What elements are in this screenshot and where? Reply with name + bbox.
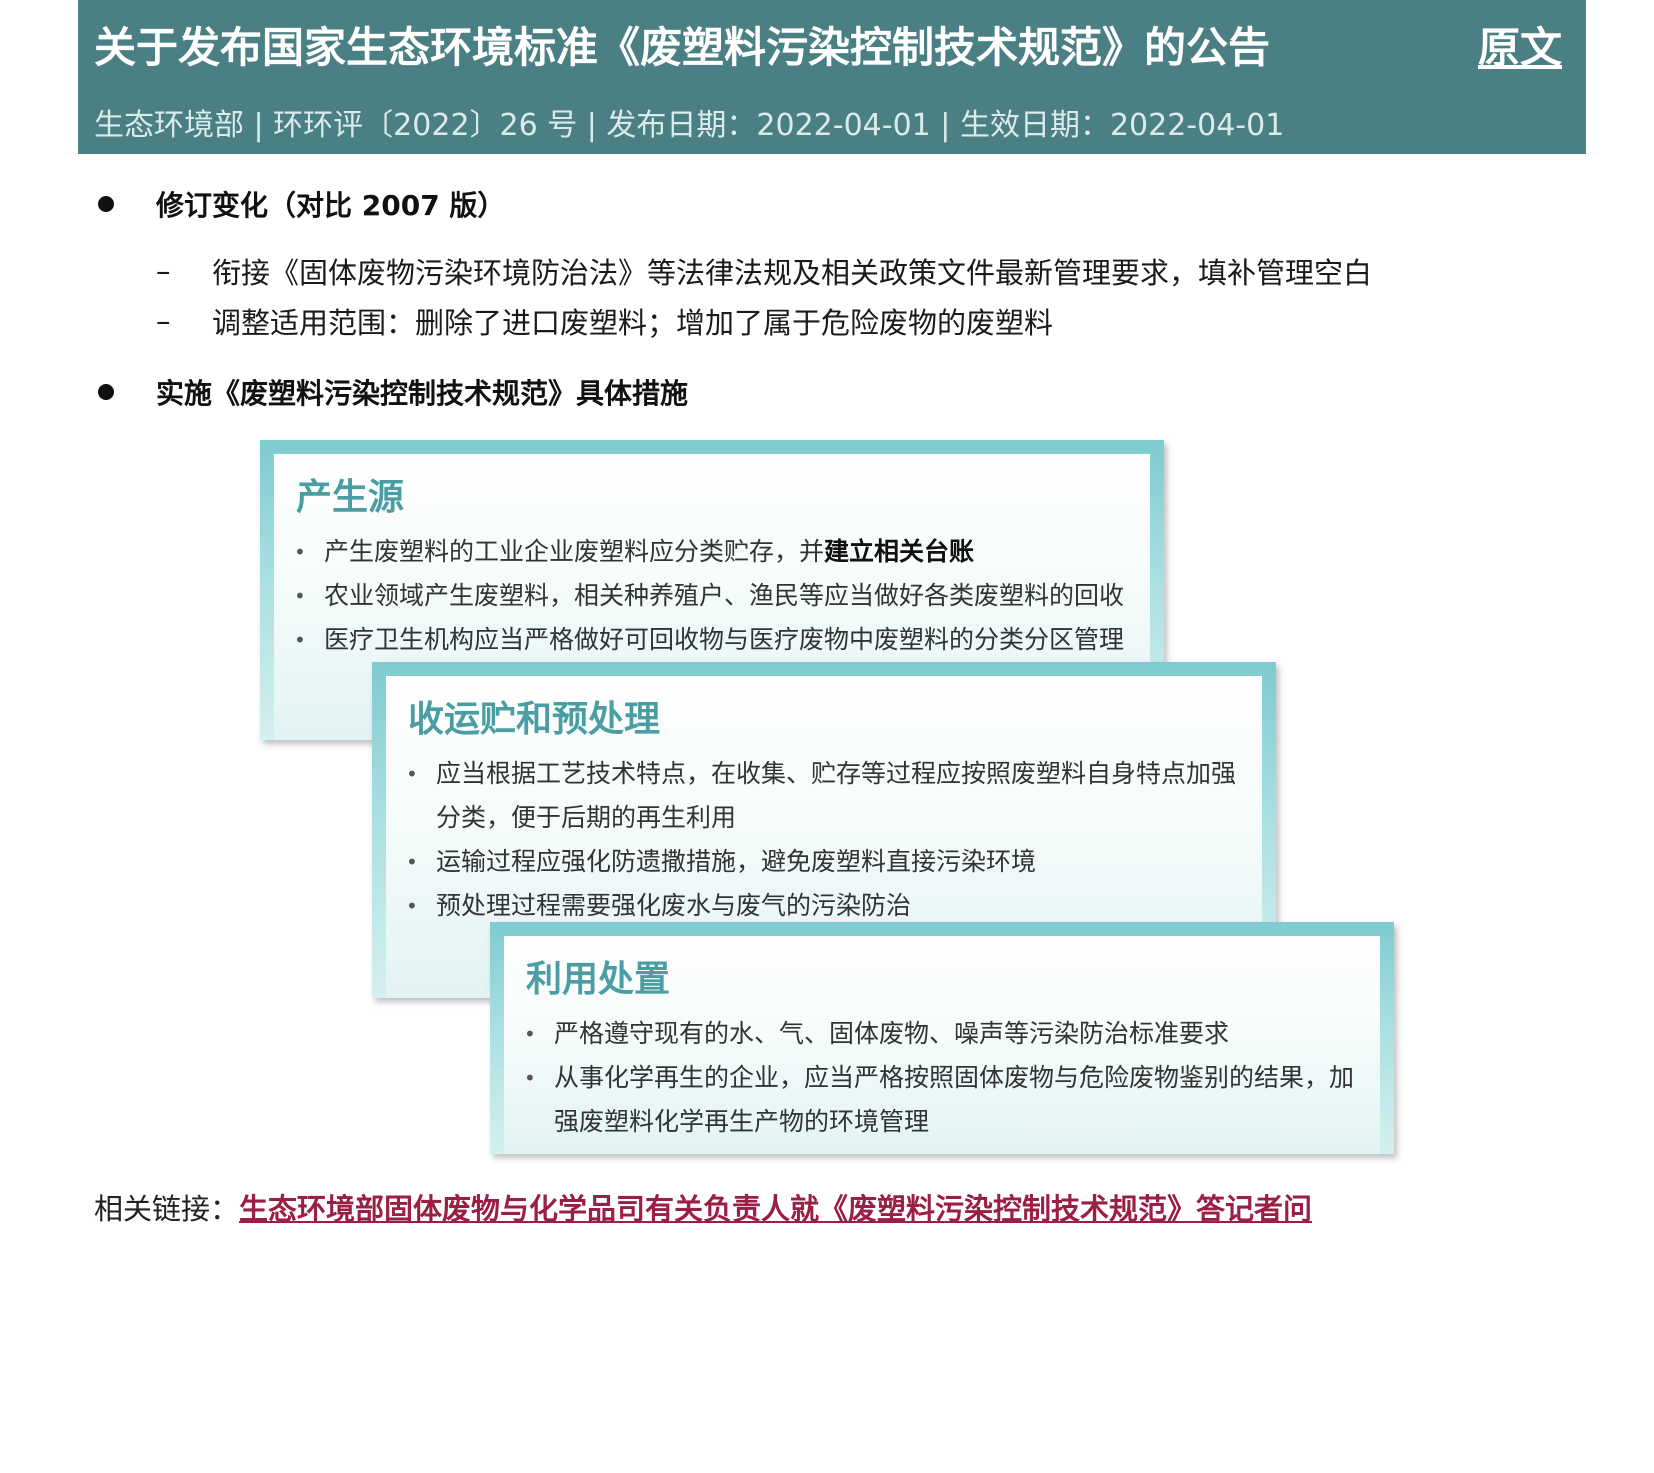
list-item: 严格遵守现有的水、气、固体废物、噪声等污染防治标准要求 xyxy=(524,1012,1364,1056)
list-item: 运输过程应强化防遗撒措施，避免废塑料直接污染环境 xyxy=(406,840,1246,884)
card-collection-list: 应当根据工艺技术特点，在收集、贮存等过程应按照废塑料自身特点加强分类，便于后期的… xyxy=(406,752,1246,928)
list-item-text: 应当根据工艺技术特点，在收集、贮存等过程应按照废塑料自身特点加强分类，便于后期的… xyxy=(436,759,1237,832)
revision-item: – 调整适用范围：删除了进口废塑料；增加了属于危险废物的废塑料 xyxy=(156,300,1053,342)
card-source-title: 产生源 xyxy=(296,477,405,518)
dash-icon: – xyxy=(156,304,171,338)
revision-item: – 衔接《固体废物污染环境防治法》等法律法规及相关政策文件最新管理要求，填补管理… xyxy=(156,250,1372,292)
related-article-link[interactable]: 生态环境部固体废物与化学品司有关负责人就《废塑料污染控制技术规范》答记者问 xyxy=(239,1192,1312,1226)
bullet-icon xyxy=(98,384,114,400)
document-meta: 生态环境部 | 环环评〔2022〕26 号 | 发布日期：2022-04-01 … xyxy=(94,108,1285,143)
card-utilization: 利用处置 严格遵守现有的水、气、固体废物、噪声等污染防治标准要求 从事化学再生的… xyxy=(490,922,1394,1154)
card-collection-title: 收运贮和预处理 xyxy=(408,699,661,740)
list-item: 从事化学再生的企业，应当严格按照固体废物与危险废物鉴别的结果，加强废塑料化学再生… xyxy=(524,1056,1364,1144)
revision-item-text: 衔接《固体废物污染环境防治法》等法律法规及相关政策文件最新管理要求，填补管理空白 xyxy=(212,256,1373,290)
bullet-icon xyxy=(98,196,114,212)
section-measures-heading-row: 实施《废塑料污染控制技术规范》具体措施 xyxy=(94,372,688,412)
card-utilization-title: 利用处置 xyxy=(526,959,671,1000)
header-banner: 关于发布国家生态环境标准《废塑料污染控制技术规范》的公告 原文 生态环境部 | … xyxy=(78,0,1586,154)
list-item-text: 产生废塑料的工业企业废塑料应分类贮存，并 xyxy=(324,537,825,566)
original-text-link[interactable]: 原文 xyxy=(1478,14,1562,75)
list-item: 农业领域产生废塑料，相关种养殖户、渔民等应当做好各类废塑料的回收 xyxy=(294,574,1134,618)
list-item-text: 从事化学再生的企业，应当严格按照固体废物与危险废物鉴别的结果，加强废塑料化学再生… xyxy=(554,1063,1355,1136)
related-links: 相关链接：生态环境部固体废物与化学品司有关负责人就《废塑料污染控制技术规范》答记… xyxy=(94,1186,1312,1228)
list-item-text: 预处理过程需要强化废水与废气的污染防治 xyxy=(436,891,912,920)
section-revision-heading: 修订变化（对比 2007 版） xyxy=(156,189,506,222)
page-title: 关于发布国家生态环境标准《废塑料污染控制技术规范》的公告 xyxy=(94,23,1271,72)
card-utilization-list: 严格遵守现有的水、气、固体废物、噪声等污染防治标准要求 从事化学再生的企业，应当… xyxy=(524,1012,1364,1144)
list-item-text: 医疗卫生机构应当严格做好可回收物与医疗废物中废塑料的分类分区管理 xyxy=(324,625,1125,654)
card-source-list: 产生废塑料的工业企业废塑料应分类贮存，并建立相关台账 农业领域产生废塑料，相关种… xyxy=(294,530,1134,662)
list-item: 产生废塑料的工业企业废塑料应分类贮存，并建立相关台账 xyxy=(294,530,1134,574)
section-measures-heading: 实施《废塑料污染控制技术规范》具体措施 xyxy=(156,377,689,410)
list-item: 医疗卫生机构应当严格做好可回收物与医疗废物中废塑料的分类分区管理 xyxy=(294,618,1134,662)
section-revision-heading-row: 修订变化（对比 2007 版） xyxy=(94,184,505,224)
list-item-text: 严格遵守现有的水、气、固体废物、噪声等污染防治标准要求 xyxy=(554,1019,1230,1048)
dash-icon: – xyxy=(156,254,171,288)
list-item-emphasis: 建立相关台账 xyxy=(824,537,975,566)
list-item-text: 运输过程应强化防遗撒措施，避免废塑料直接污染环境 xyxy=(436,847,1037,876)
card-utilization-body: 利用处置 严格遵守现有的水、气、固体废物、噪声等污染防治标准要求 从事化学再生的… xyxy=(504,936,1380,1154)
list-item: 应当根据工艺技术特点，在收集、贮存等过程应按照废塑料自身特点加强分类，便于后期的… xyxy=(406,752,1246,840)
revision-item-text: 调整适用范围：删除了进口废塑料；增加了属于危险废物的废塑料 xyxy=(212,306,1054,340)
related-label: 相关链接： xyxy=(94,1192,240,1226)
list-item-text: 农业领域产生废塑料，相关种养殖户、渔民等应当做好各类废塑料的回收 xyxy=(324,581,1125,610)
